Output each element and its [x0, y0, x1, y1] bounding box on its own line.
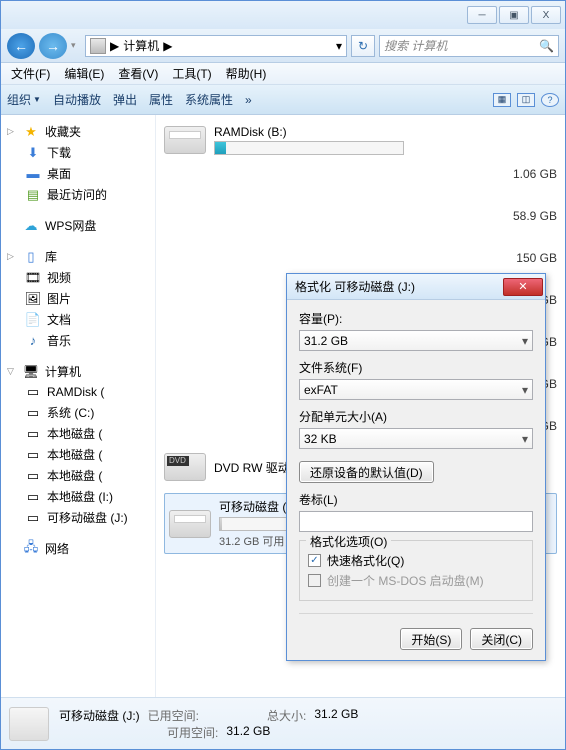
close-button[interactable]: X: [531, 6, 561, 24]
drive-name: RAMDisk (B:): [214, 125, 557, 139]
help-icon[interactable]: ?: [541, 93, 559, 107]
dvd-icon: [164, 453, 206, 481]
navbar: ← → ▾ ▶ 计算机 ▶ ▾ ↻ 搜索 计算机 🔍: [1, 29, 565, 63]
search-input[interactable]: 搜索 计算机 🔍: [379, 35, 559, 57]
status-used-label: 已用空间:: [148, 707, 199, 724]
format-dialog: 格式化 可移动磁盘 (J:) ✕ 容量(P): 31.2 GB 文件系统(F) …: [286, 273, 546, 661]
msdos-boot-checkbox: 创建一个 MS-DOS 启动盘(M): [308, 572, 524, 589]
sidebar-drive-j[interactable]: ▭可移动磁盘 (J:): [7, 507, 155, 528]
refresh-button[interactable]: ↻: [351, 35, 375, 57]
toolbar: 组织▼ 自动播放 弹出 属性 系统属性 » ▦ ◫ ?: [1, 85, 565, 115]
capacity-bar: [214, 141, 404, 155]
status-drive-name: 可移动磁盘 (J:): [59, 707, 140, 724]
status-total-label: 总大小:: [267, 707, 306, 724]
tool-system-properties[interactable]: 系统属性: [185, 91, 233, 108]
checkbox-icon: [308, 574, 321, 587]
tool-autoplay[interactable]: 自动播放: [53, 91, 101, 108]
sidebar-favorites[interactable]: ▷★收藏夹: [7, 121, 155, 142]
capacity-select[interactable]: 31.2 GB: [299, 330, 533, 351]
menu-edit[interactable]: 编辑(E): [58, 63, 110, 84]
filesystem-label: 文件系统(F): [299, 359, 533, 376]
sidebar-item-downloads[interactable]: ⬇下载: [7, 142, 155, 163]
address-dropdown[interactable]: ▾: [336, 39, 342, 53]
capacity-label: 容量(P):: [299, 310, 533, 327]
back-button[interactable]: ←: [7, 33, 35, 59]
titlebar: ─ ▣ X: [1, 1, 565, 29]
filesystem-select[interactable]: exFAT: [299, 379, 533, 400]
volume-label-label: 卷标(L): [299, 491, 533, 508]
body: ▷★收藏夹 ⬇下载 ▬桌面 ▤最近访问的 ☁WPS网盘 ▷▯库 🎞视频 🖼图片 …: [1, 115, 565, 697]
dialog-close-button[interactable]: ✕: [503, 278, 543, 296]
history-dropdown[interactable]: ▾: [71, 40, 81, 51]
tool-eject[interactable]: 弹出: [113, 91, 137, 108]
sidebar-wps[interactable]: ☁WPS网盘: [7, 215, 155, 236]
sidebar: ▷★收藏夹 ⬇下载 ▬桌面 ▤最近访问的 ☁WPS网盘 ▷▯库 🎞视频 🖼图片 …: [1, 115, 156, 697]
format-options-group: 格式化选项(O) ✓ 快速格式化(Q) 创建一个 MS-DOS 启动盘(M): [299, 540, 533, 601]
menu-view[interactable]: 查看(V): [112, 63, 164, 84]
dialog-titlebar[interactable]: 格式化 可移动磁盘 (J:) ✕: [287, 274, 545, 300]
statusbar: 可移动磁盘 (J:) 已用空间: 总大小: 31.2 GB 可用空间: 31.2…: [1, 697, 565, 749]
tool-properties[interactable]: 属性: [149, 91, 173, 108]
menu-file[interactable]: 文件(F): [5, 63, 56, 84]
start-button[interactable]: 开始(S): [400, 628, 462, 650]
preview-pane-icon[interactable]: ◫: [517, 93, 535, 107]
tool-organize[interactable]: 组织▼: [7, 91, 41, 108]
maximize-button[interactable]: ▣: [499, 6, 529, 24]
sidebar-drive-b[interactable]: ▭RAMDisk (: [7, 382, 155, 402]
drive-row-2[interactable]: 1.06 GB: [164, 167, 557, 181]
dialog-title: 格式化 可移动磁盘 (J:): [295, 278, 415, 295]
search-placeholder: 搜索 计算机: [384, 37, 447, 54]
drive-ramdisk[interactable]: RAMDisk (B:): [164, 125, 557, 155]
sidebar-item-music[interactable]: ♪音乐: [7, 330, 155, 351]
status-free-label: 可用空间:: [167, 724, 218, 741]
format-options-title: 格式化选项(O): [306, 533, 391, 550]
status-total-value: 31.2 GB: [314, 707, 358, 724]
checkbox-icon: ✓: [308, 554, 321, 567]
sidebar-network[interactable]: 🖧网络: [7, 538, 155, 559]
menu-tools[interactable]: 工具(T): [166, 63, 217, 84]
breadcrumb-sep2: ▶: [163, 39, 172, 53]
status-free-value: 31.2 GB: [226, 724, 270, 741]
sidebar-drive-f[interactable]: ▭本地磁盘 (: [7, 465, 155, 486]
sidebar-item-pictures[interactable]: 🖼图片: [7, 288, 155, 309]
drive-icon: [164, 126, 206, 154]
sidebar-drive-e[interactable]: ▭本地磁盘 (: [7, 444, 155, 465]
menu-help[interactable]: 帮助(H): [220, 63, 273, 84]
sidebar-drive-i[interactable]: ▭本地磁盘 (I:): [7, 486, 155, 507]
computer-icon: [90, 38, 106, 54]
sidebar-item-recent[interactable]: ▤最近访问的: [7, 184, 155, 205]
drive-row-3[interactable]: 58.9 GB: [164, 209, 557, 223]
menubar: 文件(F) 编辑(E) 查看(V) 工具(T) 帮助(H): [1, 63, 565, 85]
explorer-window: ─ ▣ X ← → ▾ ▶ 计算机 ▶ ▾ ↻ 搜索 计算机 🔍 文件(F) 编…: [0, 0, 566, 750]
breadcrumb-computer[interactable]: 计算机: [123, 37, 159, 54]
forward-button[interactable]: →: [39, 33, 67, 59]
volume-label-input[interactable]: [299, 511, 533, 532]
address-bar[interactable]: ▶ 计算机 ▶ ▾: [85, 35, 347, 57]
status-drive-icon: [9, 707, 49, 741]
tool-more[interactable]: »: [245, 93, 252, 107]
quick-format-checkbox[interactable]: ✓ 快速格式化(Q): [308, 552, 524, 569]
restore-defaults-button[interactable]: 还原设备的默认值(D): [299, 461, 434, 483]
sidebar-item-desktop[interactable]: ▬桌面: [7, 163, 155, 184]
sidebar-drive-c[interactable]: ▭系统 (C:): [7, 402, 155, 423]
drive-row-4[interactable]: 150 GB: [164, 251, 557, 265]
close-dialog-button[interactable]: 关闭(C): [470, 628, 533, 650]
sidebar-drive-d[interactable]: ▭本地磁盘 (: [7, 423, 155, 444]
allocation-select[interactable]: 32 KB: [299, 428, 533, 449]
allocation-label: 分配单元大小(A): [299, 408, 533, 425]
search-icon: 🔍: [539, 39, 554, 53]
view-icon[interactable]: ▦: [493, 93, 511, 107]
drive-icon: [169, 510, 211, 538]
sidebar-computer[interactable]: ▽🖥计算机: [7, 361, 155, 382]
content-pane: RAMDisk (B:) 1.06 GB 58.9 GB 150 GB 390 …: [156, 115, 565, 697]
sidebar-item-documents[interactable]: 📄文档: [7, 309, 155, 330]
breadcrumb-sep: ▶: [110, 39, 119, 53]
sidebar-item-videos[interactable]: 🎞视频: [7, 267, 155, 288]
sidebar-libraries[interactable]: ▷▯库: [7, 246, 155, 267]
minimize-button[interactable]: ─: [467, 6, 497, 24]
